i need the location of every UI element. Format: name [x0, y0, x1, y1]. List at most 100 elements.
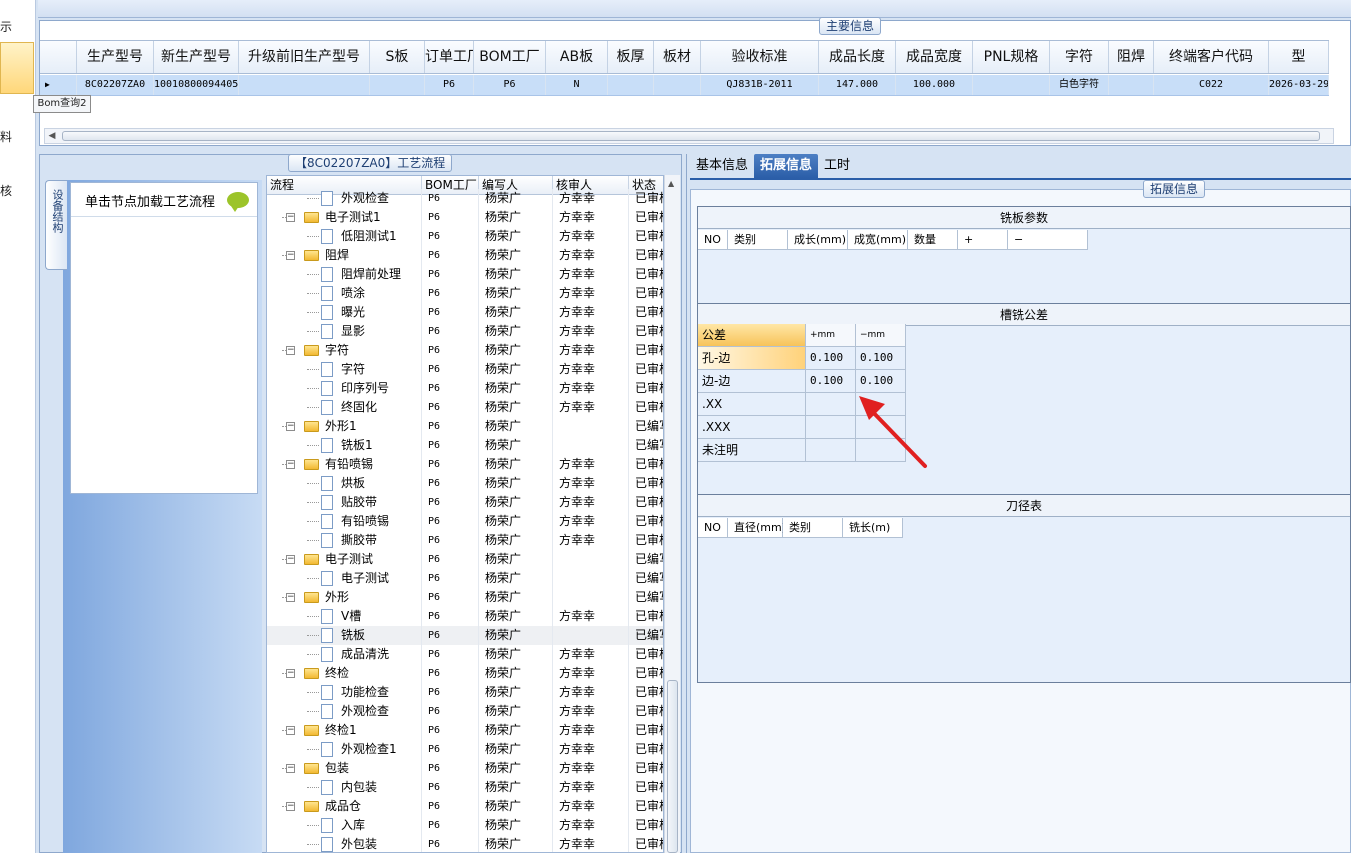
collapse-icon[interactable]: − — [286, 346, 295, 355]
tree-row[interactable]: − 字符 P6杨荣广方幸幸已审核 — [267, 341, 663, 360]
tree-node[interactable]: 显影 — [267, 322, 422, 341]
left-nav-label[interactable]: 核 — [0, 182, 12, 199]
collapse-icon[interactable]: − — [286, 802, 295, 811]
tree-row[interactable]: 外观检查 P6杨荣广方幸幸已审核 — [267, 702, 663, 721]
grid-cell[interactable]: 10010800094405 — [154, 75, 239, 95]
tree-row[interactable]: 外包装 P6杨荣广方幸幸已审核 — [267, 835, 663, 852]
tree-node[interactable]: 印序列号 — [267, 379, 422, 398]
tree-node[interactable]: 喷涂 — [267, 284, 422, 303]
tree-row[interactable]: 终固化 P6杨荣广方幸幸已审核 — [267, 398, 663, 417]
tree-row[interactable]: 电子测试 P6杨荣广 已编写 — [267, 569, 663, 588]
tolerance-minus-cell[interactable]: 0.100 — [856, 347, 906, 370]
tree-row[interactable]: 印序列号 P6杨荣广方幸幸已审核 — [267, 379, 663, 398]
grid-column-header[interactable]: 升级前旧生产型号 — [239, 41, 370, 73]
collapse-icon[interactable]: − — [286, 251, 295, 260]
grid-column-header[interactable]: 板厚 — [608, 41, 654, 73]
grid-column-header[interactable]: PNL规格 — [973, 41, 1050, 73]
grid-cell[interactable] — [973, 75, 1050, 95]
tree-row[interactable]: 铣板1 P6杨荣广 已编写 — [267, 436, 663, 455]
tree-row[interactable]: − 终检1 P6杨荣广方幸幸已审核 — [267, 721, 663, 740]
collapse-icon[interactable]: − — [286, 213, 295, 222]
tolerance-row[interactable]: 孔-边 0.100 0.100 — [698, 347, 906, 370]
tool-column-header[interactable]: 直径(mm) — [728, 518, 786, 538]
collapse-icon[interactable]: − — [286, 460, 295, 469]
tree-row[interactable]: − 阻焊 P6杨荣广方幸幸已审核 — [267, 246, 663, 265]
collapse-icon[interactable]: − — [286, 764, 295, 773]
tree-row[interactable]: 显影 P6杨荣广方幸幸已审核 — [267, 322, 663, 341]
tree-row[interactable]: 字符 P6杨荣广方幸幸已审核 — [267, 360, 663, 379]
tree-node[interactable]: − 外形1 — [267, 417, 422, 436]
tree-node[interactable]: − 成品仓 — [267, 797, 422, 816]
vertical-scrollbar[interactable]: ▲ — [664, 175, 680, 853]
grid-column-header[interactable]: BOM工厂 — [474, 41, 546, 73]
horizontal-scrollbar[interactable]: ◀ — [44, 128, 1334, 144]
collapse-icon[interactable]: − — [286, 555, 295, 564]
tree-row[interactable]: 撕胶带 P6杨荣广方幸幸已审核 — [267, 531, 663, 550]
milling-column-header[interactable]: 类别 — [728, 230, 788, 250]
tree-node[interactable]: − 阻焊 — [267, 246, 422, 265]
tree-node[interactable]: − 终检1 — [267, 721, 422, 740]
tree-node[interactable]: V槽 — [267, 607, 422, 626]
tree-node[interactable]: 阻焊前处理 — [267, 265, 422, 284]
grid-column-header[interactable]: 成品长度 — [819, 41, 896, 73]
tree-node[interactable]: − 电子测试 — [267, 550, 422, 569]
tree-node[interactable]: 功能检查 — [267, 683, 422, 702]
left-nav-selected-item[interactable] — [0, 42, 34, 94]
tree-node[interactable]: 低阻测试1 — [267, 227, 422, 246]
milling-column-header[interactable]: + — [958, 230, 1008, 250]
grid-cell[interactable]: QJ831B-2011 — [701, 75, 819, 95]
tree-row[interactable]: 低阻测试1 P6杨荣广方幸幸已审核 — [267, 227, 663, 246]
tree-node[interactable]: 烘板 — [267, 474, 422, 493]
tree-node[interactable]: 字符 — [267, 360, 422, 379]
tolerance-plus-cell[interactable] — [806, 416, 856, 439]
tree-node[interactable]: 电子测试 — [267, 569, 422, 588]
grid-column-header[interactable]: 生产型号 — [77, 41, 154, 73]
panel-splitter[interactable] — [39, 146, 1351, 154]
grid-cell[interactable]: 8C02207ZA0 — [77, 75, 154, 95]
grid-cell[interactable] — [608, 75, 654, 95]
tree-row[interactable]: − 成品仓 P6杨荣广方幸幸已审核 — [267, 797, 663, 816]
tab-work-hours[interactable]: 工时 — [818, 154, 856, 178]
tree-row[interactable]: − 包装 P6杨荣广方幸幸已审核 — [267, 759, 663, 778]
tree-node[interactable]: 成品清洗 — [267, 645, 422, 664]
tree-node[interactable]: 内包装 — [267, 778, 422, 797]
scroll-up-icon[interactable]: ▲ — [668, 179, 674, 188]
tab-basic-info[interactable]: 基本信息 — [690, 154, 754, 178]
tree-row[interactable]: − 外形1 P6杨荣广 已编写 — [267, 417, 663, 436]
tolerance-plus-cell[interactable]: 0.100 — [806, 370, 856, 393]
grid-column-header[interactable]: 字符 — [1050, 41, 1109, 73]
side-tab-equipment[interactable]: 设备结构 — [45, 180, 67, 270]
grid-column-header[interactable]: 板材 — [654, 41, 701, 73]
tool-column-header[interactable]: 类别 — [783, 518, 843, 538]
grid-column-header[interactable]: 订单工厂 — [425, 41, 474, 73]
grid-column-header[interactable]: 型 — [1269, 41, 1329, 73]
tree-row[interactable]: 内包装 P6杨荣广方幸幸已审核 — [267, 778, 663, 797]
tree-node[interactable]: − 终检 — [267, 664, 422, 683]
collapse-icon[interactable]: − — [286, 726, 295, 735]
tree-node[interactable]: − 电子测试1 — [267, 208, 422, 227]
grid-cell[interactable]: 147.000 — [819, 75, 896, 95]
milling-column-header[interactable]: 成宽(mm) — [848, 230, 908, 250]
tree-row[interactable]: 阻焊前处理 P6杨荣广方幸幸已审核 — [267, 265, 663, 284]
tree-node[interactable]: − 字符 — [267, 341, 422, 360]
tree-row[interactable]: − 外形 P6杨荣广 已编写 — [267, 588, 663, 607]
tree-row[interactable]: 喷涂 P6杨荣广方幸幸已审核 — [267, 284, 663, 303]
tree-row[interactable]: 入库 P6杨荣广方幸幸已审核 — [267, 816, 663, 835]
collapse-icon[interactable]: − — [286, 669, 295, 678]
tree-row[interactable]: 外观检查 P6杨荣广方幸幸已审核 — [267, 189, 663, 208]
tree-node[interactable]: 撕胶带 — [267, 531, 422, 550]
tree-row[interactable]: − 终检 P6杨荣广方幸幸已审核 — [267, 664, 663, 683]
tree-node[interactable]: 外观检查 — [267, 702, 422, 721]
main-grid-row[interactable]: ▶ 8C02207ZA0 10010800094405 P6 P6 N QJ831B-201… — [40, 75, 1329, 96]
grid-column-header[interactable]: 阻焊 — [1109, 41, 1154, 73]
tolerance-plus-cell[interactable] — [806, 439, 856, 462]
tree-row[interactable]: 铣板 P6杨荣广 已编写 — [267, 626, 663, 645]
tolerance-plus-cell[interactable]: 0.100 — [806, 347, 856, 370]
tree-row[interactable]: − 电子测试 P6杨荣广 已编写 — [267, 550, 663, 569]
grid-column-header[interactable]: S板 — [370, 41, 425, 73]
grid-cell[interactable] — [239, 75, 370, 95]
tool-column-header[interactable]: 铣长(m) — [843, 518, 903, 538]
tree-row[interactable]: 曝光 P6杨荣广方幸幸已审核 — [267, 303, 663, 322]
tree-row[interactable]: 烘板 P6杨荣广方幸幸已审核 — [267, 474, 663, 493]
grid-cell[interactable]: C022 — [1154, 75, 1269, 95]
